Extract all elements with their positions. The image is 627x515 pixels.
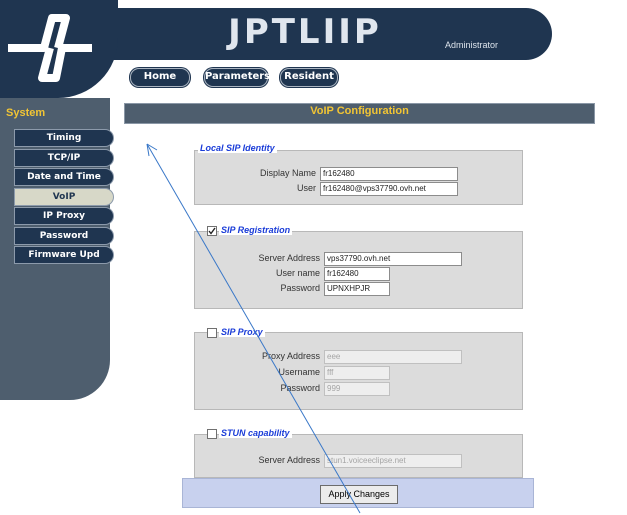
user-name-input[interactable]: fr162480 [324,267,390,281]
user-input[interactable]: fr162480@vps37790.ovh.net [320,182,458,196]
proxy-username-input[interactable]: fff [324,366,390,380]
stun-server-address-label: Server Address [258,455,320,465]
proxy-address-input[interactable]: eee [324,350,462,364]
user-label: User [296,183,316,193]
sip-proxy-title: SIP Proxy [219,327,265,337]
server-address-input[interactable]: vps37790.ovh.net [324,252,462,266]
stun-capability-title: STUN capability [219,428,292,438]
nav-tab-home[interactable]: Home [130,68,190,87]
sidebar-item-tcpip[interactable]: TCP/IP [14,149,114,167]
sidebar-item-date-and-time[interactable]: Date and Time [14,168,114,186]
sip-proxy-checkbox[interactable] [207,328,217,338]
sidebar-title: System [6,107,46,119]
password-input[interactable]: UPNXHPJR [324,282,390,296]
server-address-label: Server Address [258,253,320,263]
apply-changes-button[interactable]: Apply Changes [320,485,398,504]
user-name-label: User name [275,268,320,278]
sidebar-item-voip[interactable]: VoIP [14,188,114,206]
sidebar-item-password[interactable]: Password [14,227,114,245]
display-name-input[interactable]: fr162480 [320,167,458,181]
proxy-password-label: Password [280,383,320,393]
checkmark-icon [208,227,216,235]
section-title: VoIP Configuration [310,105,409,117]
sip-registration-checkbox[interactable] [207,226,217,236]
nav-tab-parameters[interactable]: Parameters [204,68,270,87]
stun-server-address-input[interactable]: stun1.voiceeclipse.net [324,454,462,468]
advanced-link[interactable]: Advanced [127,128,167,138]
proxy-username-label: Username [278,367,320,377]
proxy-address-label: Proxy Address [261,351,320,361]
sip-registration-title: SIP Registration [219,225,293,235]
proxy-password-input[interactable]: 999 [324,382,390,396]
nav-tab-resident[interactable]: Resident [280,68,338,87]
local-sip-identity-title: Local SIP Identity [198,143,277,153]
sidebar-item-firmware-upd[interactable]: Firmware Upd [14,246,114,264]
password-label: Password [280,283,320,293]
display-name-label: Display Name [259,168,316,178]
sidebar-item-ip-proxy[interactable]: IP Proxy [14,207,114,225]
app-title: JPTLIIP [228,12,382,52]
logo-block [0,0,118,98]
sidebar-item-timing[interactable]: Timing [14,129,114,147]
jptliip-logo-icon [8,14,92,82]
stun-capability-checkbox[interactable] [207,429,217,439]
user-role-label: Administrator [445,40,499,50]
